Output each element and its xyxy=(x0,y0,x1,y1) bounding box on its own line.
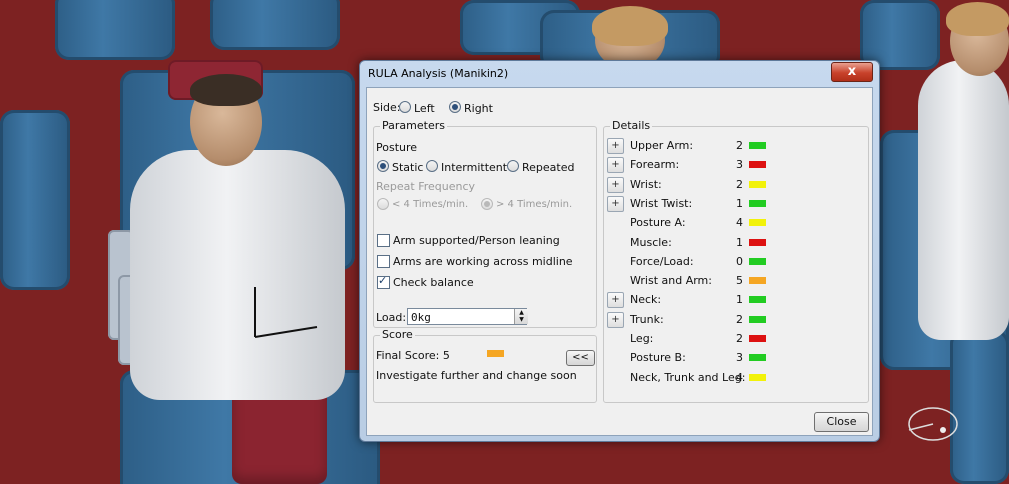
detail-label: Neck: xyxy=(630,293,662,307)
seat-back xyxy=(0,110,70,290)
arms-midline-label[interactable]: Arms are working across midline xyxy=(393,255,573,268)
rula-analysis-dialog: RULA Analysis (Manikin2) x Side: Left Ri… xyxy=(359,60,880,442)
detail-value: 2 xyxy=(736,139,743,152)
detail-value: 3 xyxy=(736,158,743,172)
detail-label: Neck, Trunk and Leg: xyxy=(630,370,746,384)
score-group: Score Final Score: 5 << Investigate furt… xyxy=(373,328,597,403)
detail-label: Leg: xyxy=(630,332,654,345)
posture-static-label[interactable]: Static xyxy=(392,161,423,174)
load-input[interactable]: 0kg xyxy=(407,308,527,325)
detail-value: 5 xyxy=(736,274,743,288)
repeat-frequency-label: Repeat Frequency xyxy=(376,180,476,193)
detail-label: Trunk: xyxy=(630,312,664,326)
detail-score-swatch xyxy=(749,257,766,265)
detail-value: 2 xyxy=(736,332,743,345)
detail-value: 1 xyxy=(736,196,743,210)
detail-score-swatch xyxy=(749,296,766,304)
detail-score-swatch xyxy=(749,335,766,342)
expand-forearm-button[interactable]: + xyxy=(607,157,624,174)
title-bar[interactable]: RULA Analysis (Manikin2) x xyxy=(360,61,879,87)
detail-value: 0 xyxy=(736,254,743,268)
seat-back xyxy=(55,0,175,60)
side-right-label[interactable]: Right xyxy=(464,102,493,115)
load-spinner[interactable]: ▲ ▼ xyxy=(514,309,528,324)
parameters-legend: Parameters xyxy=(380,119,447,132)
arm-supported-label[interactable]: Arm supported/Person leaning xyxy=(393,234,560,247)
detail-value: 1 xyxy=(736,235,743,249)
manikin-torso xyxy=(130,150,345,400)
detail-value: 1 xyxy=(736,293,743,307)
check-balance-checkbox[interactable] xyxy=(377,274,390,289)
posture-intermittent-label[interactable]: Intermittent xyxy=(441,161,507,174)
arms-midline-checkbox[interactable] xyxy=(377,255,390,268)
detail-label: Muscle: xyxy=(630,235,672,249)
detail-score-swatch xyxy=(749,199,766,207)
compass-icon[interactable] xyxy=(905,400,965,450)
details-legend: Details xyxy=(610,119,653,132)
detail-label: Wrist Twist: xyxy=(630,196,693,210)
frequency-low-radio xyxy=(377,198,389,210)
detail-label: Wrist: xyxy=(630,177,662,191)
manikin-torso xyxy=(918,60,1009,340)
detail-score-swatch xyxy=(749,180,766,188)
detail-label: Upper Arm: xyxy=(630,139,694,152)
detail-score-swatch xyxy=(749,373,766,381)
check-balance-label[interactable]: Check balance xyxy=(393,276,474,289)
frequency-high-radio xyxy=(481,198,493,210)
detail-value: 4 xyxy=(736,370,743,384)
expand-wrist-button[interactable]: + xyxy=(607,176,624,193)
close-icon[interactable]: x xyxy=(831,62,873,82)
expand-trunk-button[interactable]: + xyxy=(607,311,624,328)
details-group: Details + Upper Arm: 2 + Forearm: 3 + Wrist: 2 + W… xyxy=(603,119,869,403)
detail-value: 2 xyxy=(736,177,743,191)
detail-score-swatch xyxy=(749,219,766,227)
detail-value: 2 xyxy=(736,312,743,326)
manikin-hair xyxy=(946,2,1009,36)
parameters-group: Parameters Posture Static Intermittent R… xyxy=(373,119,597,328)
spin-up-icon[interactable]: ▲ xyxy=(515,309,528,316)
dialog-client: Side: Left Right Parameters Posture Stat… xyxy=(366,87,873,436)
frequency-low-label: < 4 Times/min. xyxy=(392,199,469,210)
detail-label: Wrist and Arm: xyxy=(630,274,712,288)
side-left-radio[interactable] xyxy=(399,101,411,113)
detail-value: 3 xyxy=(736,351,743,365)
detail-value: 4 xyxy=(736,216,743,230)
spin-down-icon[interactable]: ▼ xyxy=(515,316,528,323)
detail-label: Force/Load: xyxy=(630,254,694,268)
frequency-high-label: > 4 Times/min. xyxy=(496,199,573,210)
posture-static-radio[interactable] xyxy=(377,160,389,172)
close-button[interactable]: Close xyxy=(814,412,869,432)
final-score-swatch xyxy=(487,350,504,357)
manikin-hair xyxy=(592,6,668,46)
detail-score-swatch xyxy=(749,315,766,323)
final-score-text: Final Score: 5 xyxy=(376,349,450,362)
window-title: RULA Analysis (Manikin2) xyxy=(368,67,509,80)
arm-supported-checkbox[interactable] xyxy=(377,234,390,247)
detail-score-swatch xyxy=(749,238,766,246)
detail-score-swatch xyxy=(749,161,766,169)
detail-label: Posture B: xyxy=(630,351,686,365)
load-label: Load: xyxy=(376,311,407,324)
side-right-radio[interactable] xyxy=(449,101,461,113)
posture-repeated-radio[interactable] xyxy=(507,160,519,172)
detail-score-swatch xyxy=(749,142,766,149)
manikin-hair xyxy=(190,74,262,106)
axis-gizmo-icon xyxy=(254,287,318,338)
detail-label: Forearm: xyxy=(630,158,680,172)
score-advice-text: Investigate further and change soon xyxy=(376,369,577,382)
side-left-label[interactable]: Left xyxy=(414,102,435,115)
posture-intermittent-radio[interactable] xyxy=(426,160,438,172)
score-legend: Score xyxy=(380,328,415,341)
seat-back xyxy=(210,0,340,50)
collapse-details-button[interactable]: << xyxy=(566,350,595,366)
expand-wrist-twist-button[interactable]: + xyxy=(607,195,624,212)
detail-label: Posture A: xyxy=(630,216,686,230)
expand-neck-button[interactable]: + xyxy=(607,292,624,309)
detail-score-swatch xyxy=(749,354,766,362)
side-label: Side: xyxy=(373,101,401,114)
detail-score-swatch xyxy=(749,277,766,285)
posture-repeated-label[interactable]: Repeated xyxy=(522,161,574,174)
posture-label: Posture xyxy=(376,141,418,154)
expand-upper-arm-button[interactable]: + xyxy=(607,138,624,154)
